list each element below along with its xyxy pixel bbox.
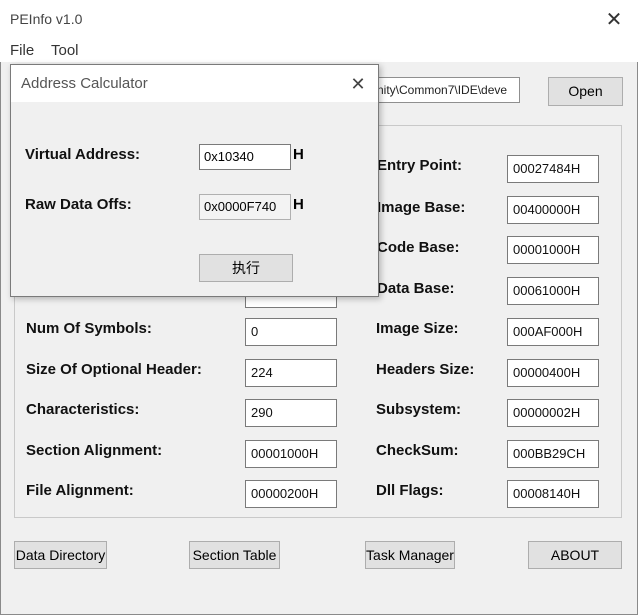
raw-data-offset-label: Raw Data Offs:: [25, 196, 132, 213]
menu-tool[interactable]: Tool: [51, 42, 79, 59]
file-path-field[interactable]: nity\Common7\IDE\deve: [372, 77, 520, 103]
dll-flags-field[interactable]: 00008140H: [507, 480, 599, 508]
raw-data-offset-field: 0x0000F740: [199, 194, 291, 220]
optional-header-size-field[interactable]: 224: [245, 359, 337, 387]
data-directory-button[interactable]: Data Directory: [14, 541, 107, 569]
about-button[interactable]: ABOUT: [528, 541, 622, 569]
section-table-button[interactable]: Section Table: [189, 541, 280, 569]
optional-header-size-label: Size Of Optional Header:: [26, 361, 202, 378]
close-icon[interactable]: ✕: [602, 8, 626, 32]
entry-point-field[interactable]: 00027484H: [507, 155, 599, 183]
num-symbols-label: Num Of Symbols:: [26, 320, 152, 337]
image-size-field[interactable]: 000AF000H: [507, 318, 599, 346]
characteristics-field[interactable]: 290: [245, 399, 337, 427]
headers-size-label: Headers Size:: [376, 361, 475, 378]
file-alignment-field[interactable]: 00000200H: [245, 480, 337, 508]
virtual-address-input[interactable]: 0x10340: [199, 144, 291, 170]
address-calculator-dialog: Address Calculator ✕ Virtual Address: 0x…: [10, 64, 379, 297]
open-button[interactable]: Open: [548, 77, 623, 106]
file-alignment-label: File Alignment:: [26, 482, 134, 499]
headers-size-field[interactable]: 00000400H: [507, 359, 599, 387]
task-manager-button[interactable]: Task Manager: [365, 541, 455, 569]
checksum-field[interactable]: 000BB29CH: [507, 440, 599, 468]
image-base-field[interactable]: 00400000H: [507, 196, 599, 224]
virtual-address-label: Virtual Address:: [25, 146, 141, 163]
subsystem-label: Subsystem:: [376, 401, 462, 418]
menu-bar: File Tool: [0, 38, 638, 62]
code-base-label: Code Base:: [377, 239, 460, 256]
section-alignment-label: Section Alignment:: [26, 442, 163, 459]
raw-data-offset-suffix: H: [293, 196, 304, 213]
virtual-address-suffix: H: [293, 146, 304, 163]
dialog-title: Address Calculator: [21, 75, 148, 92]
image-size-label: Image Size:: [376, 320, 459, 337]
subsystem-field[interactable]: 00000002H: [507, 399, 599, 427]
section-alignment-field[interactable]: 00001000H: [245, 440, 337, 468]
data-base-label: Data Base:: [377, 280, 455, 297]
num-symbols-field[interactable]: 0: [245, 318, 337, 346]
menu-file[interactable]: File: [10, 42, 34, 59]
dialog-title-bar: Address Calculator ✕: [11, 65, 378, 102]
window-title: PEInfo v1.0: [10, 11, 83, 27]
entry-point-label: Entry Point:: [377, 157, 462, 174]
data-base-field[interactable]: 00061000H: [507, 277, 599, 305]
dll-flags-label: Dll Flags:: [376, 482, 444, 499]
dialog-close-icon[interactable]: ✕: [347, 73, 369, 95]
characteristics-label: Characteristics:: [26, 401, 140, 418]
execute-button[interactable]: 执行: [199, 254, 293, 282]
checksum-label: CheckSum:: [376, 442, 459, 459]
title-bar: PEInfo v1.0 ✕: [0, 0, 638, 38]
image-base-label: Image Base:: [377, 199, 466, 216]
code-base-field[interactable]: 00001000H: [507, 236, 599, 264]
